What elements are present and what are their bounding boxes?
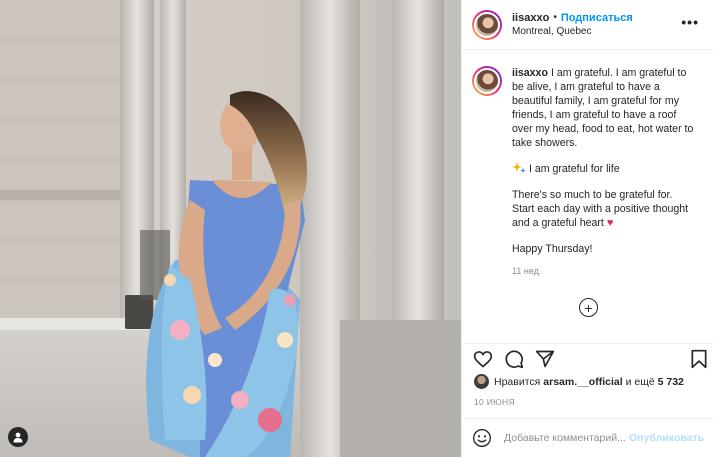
more-options-button[interactable]: ••• <box>681 14 699 30</box>
smiley-icon[interactable] <box>472 428 492 448</box>
caption-text: iisaxxo I am grateful. I am grateful to b… <box>512 66 696 278</box>
caption-paragraph-2: I am grateful for life <box>528 163 620 175</box>
username-link[interactable]: iisaxxo <box>512 11 549 25</box>
comment-input[interactable] <box>504 432 630 444</box>
photo-image <box>0 0 461 457</box>
plus-circle-icon: + <box>584 299 593 316</box>
location-link[interactable]: Montreal, Quebec <box>512 25 633 39</box>
likes-count-link[interactable]: 5 732 <box>658 376 684 388</box>
person-icon <box>13 432 23 443</box>
bookmark-icon[interactable] <box>689 349 709 369</box>
separator-dot: • <box>553 11 557 23</box>
ellipsis-icon: ••• <box>681 14 699 30</box>
likes-summary: Нравится arsam.__official и ещё 5 732 <box>474 374 684 389</box>
paper-plane-icon[interactable] <box>535 349 555 369</box>
comment-form: Опубликовать <box>462 418 713 457</box>
caption-section: iisaxxo I am grateful. I am grateful to b… <box>462 50 713 340</box>
caption-paragraph-1: I am grateful. I am grateful to be alive… <box>512 67 694 149</box>
caption-paragraph-4: Happy Thursday! <box>512 243 593 255</box>
caption-time-ago[interactable]: 11 нед. <box>512 264 696 278</box>
post-photo[interactable] <box>0 0 461 457</box>
caption-username-link[interactable]: iisaxxo <box>512 67 548 79</box>
caption-paragraph-3: There's so much to be grateful for. Star… <box>512 189 689 229</box>
heart-outline-icon[interactable] <box>473 349 493 369</box>
action-bar <box>462 343 713 373</box>
likes-and-more: и ещё <box>625 375 655 388</box>
red-heart-icon: ♥ <box>606 217 614 229</box>
liker-username-link[interactable]: arsam.__official <box>543 376 622 388</box>
load-more-comments-button[interactable]: + <box>579 298 598 317</box>
avatar[interactable] <box>472 9 502 40</box>
post-date[interactable]: 10 ИЮНЯ <box>474 397 515 407</box>
publish-button[interactable]: Опубликовать <box>629 432 704 444</box>
caption-avatar[interactable] <box>472 66 502 96</box>
liker-avatar[interactable] <box>474 374 489 389</box>
post-header: iisaxxo • Подписаться Montreal, Quebec •… <box>462 0 713 50</box>
post-side-panel: iisaxxo • Подписаться Montreal, Quebec •… <box>461 0 713 457</box>
speech-bubble-icon[interactable] <box>504 349 524 369</box>
sparkles-icon <box>512 162 526 174</box>
follow-button[interactable]: Подписаться <box>561 11 633 25</box>
likes-prefix: Нравится <box>494 375 541 388</box>
user-tags-button[interactable] <box>8 427 28 447</box>
